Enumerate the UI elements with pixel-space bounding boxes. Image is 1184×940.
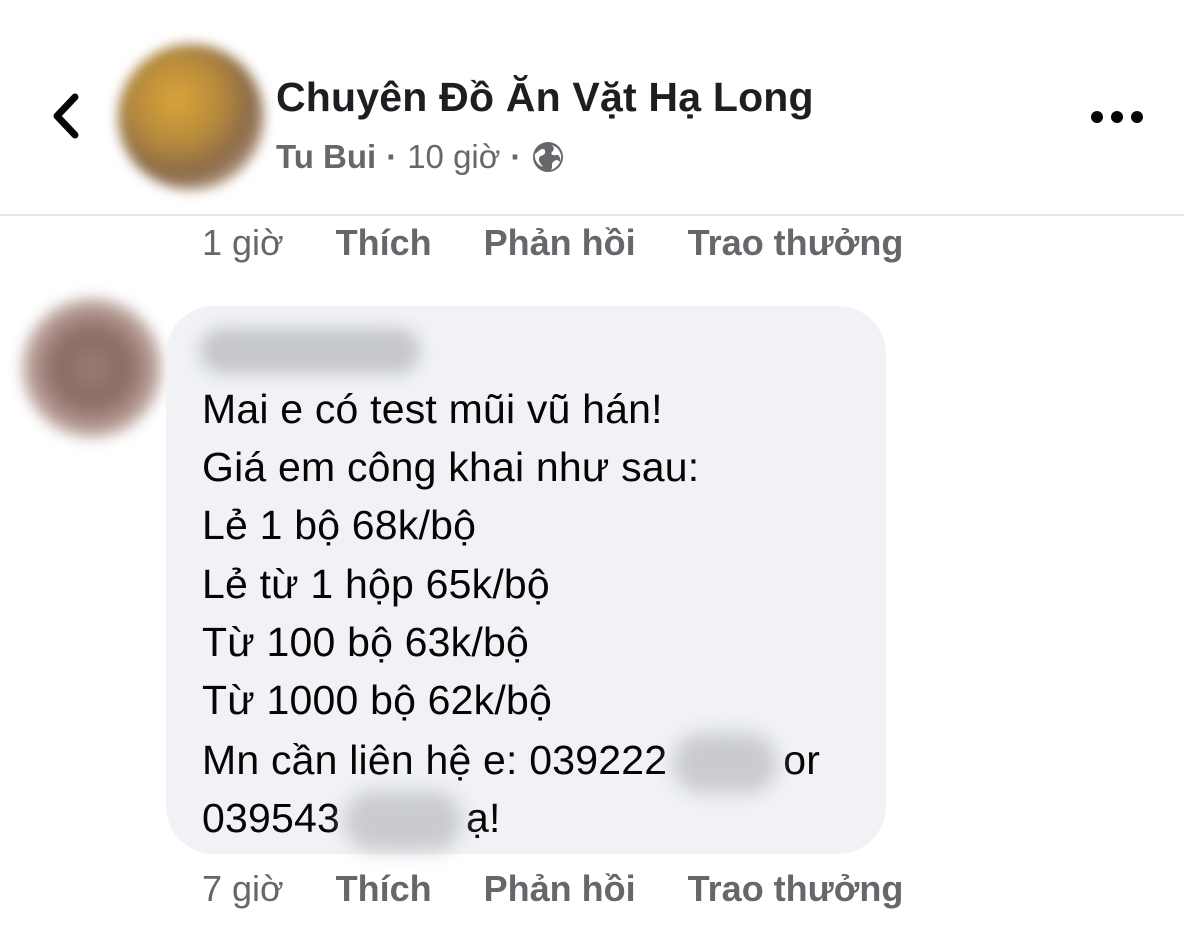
- comment-line: Lẻ từ 1 hộp 65k/bộ: [202, 561, 550, 607]
- more-horizontal-icon: [1091, 111, 1143, 123]
- comment-contact-line: Mn cần liên hệ e: 039222 or: [202, 733, 820, 793]
- reply-button[interactable]: Phản hồi: [484, 868, 636, 910]
- post-time[interactable]: 10 giờ: [407, 138, 500, 176]
- comment-line: Mai e có test mũi vũ hán!: [202, 386, 663, 432]
- group-name[interactable]: Chuyên Đồ Ăn Vặt Hạ Long: [276, 74, 814, 121]
- commenter-name-redacted[interactable]: [200, 328, 420, 374]
- comment-actions: 7 giờ Thích Phản hồi Trao thưởng: [202, 864, 903, 914]
- contact-phone-2: 039543: [202, 794, 341, 841]
- comment-line: Từ 100 bộ 63k/bộ: [202, 619, 529, 665]
- back-button[interactable]: [38, 88, 94, 144]
- comment-time[interactable]: 1 giờ: [202, 222, 284, 264]
- reply-button[interactable]: Phản hồi: [484, 222, 636, 264]
- meta-separator: ·: [510, 138, 522, 175]
- comment-line: Giá em công khai như sau:: [202, 444, 700, 490]
- comment-time[interactable]: 7 giờ: [202, 868, 284, 910]
- award-button[interactable]: Trao thưởng: [688, 868, 904, 910]
- more-options-button[interactable]: [1080, 94, 1154, 140]
- commenter-avatar[interactable]: [22, 298, 162, 438]
- meta-separator: ·: [386, 138, 398, 175]
- award-button[interactable]: Trao thưởng: [688, 222, 904, 264]
- previous-comment-actions: 1 giờ Thích Phản hồi Trao thưởng: [202, 218, 903, 268]
- contact-suffix: ạ!: [466, 794, 501, 841]
- author-name[interactable]: Tu Bui: [276, 138, 376, 176]
- contact-prefix: Mn cần liên hệ e: 039222: [202, 736, 668, 783]
- post-header: Chuyên Đồ Ăn Vặt Hạ Long Tu Bui · 10 giờ…: [0, 0, 1184, 216]
- group-avatar[interactable]: [118, 44, 264, 190]
- comment-contact-line: 039543 ạ!: [202, 791, 501, 851]
- post-meta: Tu Bui · 10 giờ ·: [276, 136, 565, 178]
- post-comments-screen: Chuyên Đồ Ăn Vặt Hạ Long Tu Bui · 10 giờ…: [0, 0, 1184, 940]
- globe-icon: [533, 142, 564, 172]
- chevron-left-icon: [53, 93, 79, 139]
- redacted-phone-digits: [673, 733, 778, 793]
- like-button[interactable]: Thích: [336, 868, 432, 910]
- header-divider: [0, 214, 1184, 216]
- contact-or: or: [783, 736, 821, 783]
- comment-line: Lẻ 1 bộ 68k/bộ: [202, 502, 477, 548]
- comment-line: Từ 1000 bộ 62k/bộ: [202, 677, 552, 723]
- like-button[interactable]: Thích: [336, 222, 432, 264]
- redacted-phone-digits: [344, 791, 463, 851]
